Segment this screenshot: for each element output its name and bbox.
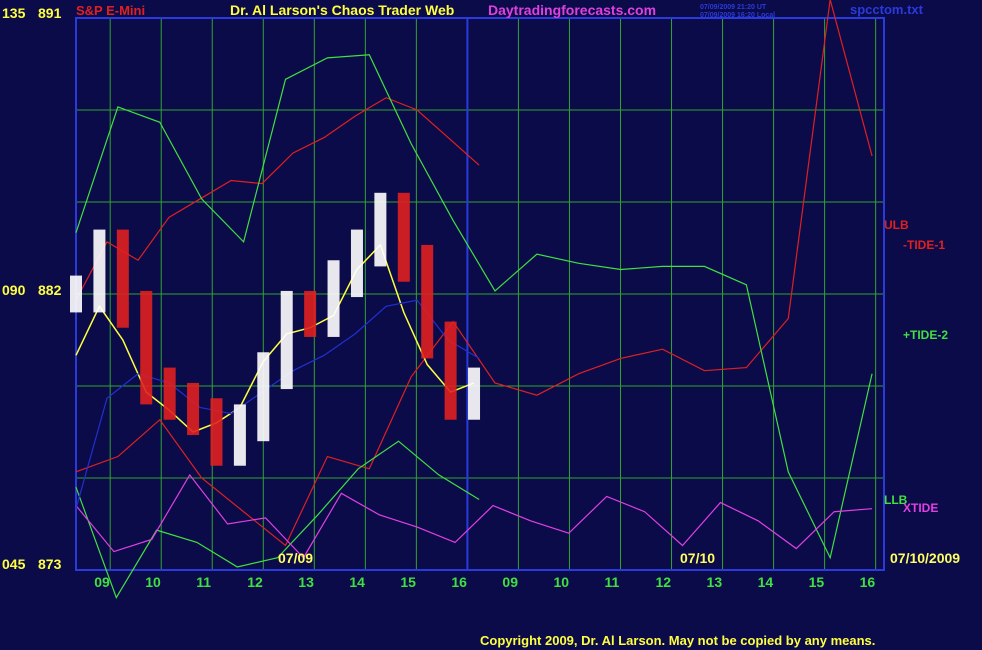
x-hour-label: 13 (298, 574, 314, 590)
y-right-mid: 882 (38, 282, 62, 298)
x-hour-label: 12 (247, 574, 263, 590)
price-bar (444, 321, 457, 420)
price-bar (280, 290, 293, 390)
chart: S&P E-Mini Dr. Al Larson's Chaos Trader … (2, 0, 960, 648)
label-ulb: ULB (884, 218, 909, 232)
y-left-top: 135 (2, 5, 26, 21)
label-tide-2: +TIDE-2 (903, 328, 948, 342)
price-bar (374, 192, 387, 267)
x-hour-label: 16 (451, 574, 467, 590)
date-label-1: 07/09 (278, 550, 313, 566)
date-label-3: 07/10/2009 (890, 550, 960, 566)
x-hour-label: 10 (145, 574, 161, 590)
series-trend (75, 299, 480, 509)
timestamp-local: 07/09/2009 16:20 Local (700, 12, 775, 19)
date-label-2: 07/10 (680, 550, 715, 566)
series-ulb (75, 97, 480, 301)
x-hour-label: 10 (553, 574, 569, 590)
series--tide-1 (75, 0, 873, 547)
price-bar (304, 290, 317, 337)
copyright: Copyright 2009, Dr. Al Larson. May not b… (480, 633, 875, 648)
x-hour-label: 15 (809, 574, 825, 590)
price-bar (210, 398, 223, 466)
x-hour-label: 12 (656, 574, 672, 590)
x-hour-label: 15 (400, 574, 416, 590)
price-bar (70, 275, 82, 313)
price-bar (163, 367, 176, 420)
price-bar (116, 229, 129, 328)
x-hour-label: 09 (94, 574, 110, 590)
chart-title: S&P E-Mini (76, 3, 145, 18)
x-hour-label: 14 (758, 574, 774, 590)
price-bar (257, 352, 270, 442)
price-bar (187, 382, 200, 436)
label-xtide: XTIDE (903, 501, 938, 515)
label-tide-1: -TIDE-1 (903, 238, 945, 252)
price-bar (421, 244, 434, 359)
x-hour-label: 11 (196, 574, 211, 590)
grid (76, 18, 884, 570)
series-layer (75, 0, 873, 599)
price-bar (327, 260, 340, 337)
series-xtide (75, 473, 873, 559)
price-bar (233, 404, 246, 466)
site-title: Dr. Al Larson's Chaos Trader Web (230, 2, 454, 18)
price-bar (468, 367, 481, 420)
x-axis-hour-labels: 09 10 11 12 13 14 15 16 09 10 11 12 13 14 15 16 (94, 574, 875, 590)
x-hour-label: 09 (502, 574, 518, 590)
price-bar (140, 290, 153, 405)
y-left-mid: 090 (2, 282, 26, 298)
timestamp-ut: 07/09/2009 21:20 UT (700, 4, 767, 11)
series-llb (75, 440, 480, 599)
x-hour-label: 11 (604, 574, 619, 590)
site-url[interactable]: Daytradingforecasts.com (488, 2, 656, 18)
series-ma (75, 243, 475, 433)
price-bar (397, 192, 410, 282)
x-hour-label: 13 (707, 574, 723, 590)
y-right-top: 891 (38, 5, 62, 21)
price-bars (70, 192, 481, 466)
file-name: spcctom.txt (850, 2, 924, 17)
y-left-bottom: 045 (2, 556, 26, 572)
x-hour-label: 16 (860, 574, 876, 590)
y-right-bottom: 873 (38, 556, 62, 572)
price-bar (350, 229, 363, 298)
price-bar (93, 229, 106, 313)
x-hour-label: 14 (349, 574, 365, 590)
